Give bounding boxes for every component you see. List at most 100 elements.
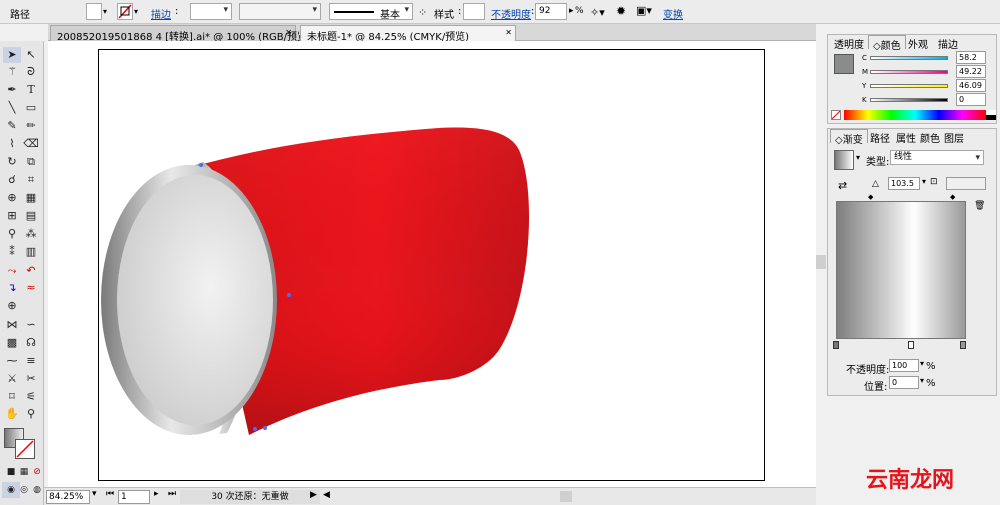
lasso-tool-icon[interactable]: ᘐ xyxy=(22,64,40,80)
target-icon[interactable]: ⊕ xyxy=(3,298,21,314)
tab-appearance[interactable]: 外观 xyxy=(904,35,932,51)
next-artboard-icon[interactable]: ▸ xyxy=(154,489,159,499)
crop-tool-icon[interactable]: ⌑ xyxy=(3,389,21,405)
opacity-link[interactable]: 不透明度 xyxy=(491,6,531,21)
gradient-type-select[interactable]: 线性 xyxy=(890,150,984,165)
gradient-stop[interactable] xyxy=(833,341,839,349)
status-menu-icon[interactable]: ▶ xyxy=(310,490,317,500)
stroke-link[interactable]: 描边 xyxy=(151,6,171,21)
paintbrush-tool-icon[interactable]: ✎ xyxy=(3,118,21,134)
black-slider[interactable] xyxy=(870,98,948,102)
gradient-location-input[interactable]: 0 xyxy=(889,376,919,389)
can-illustration[interactable] xyxy=(99,50,764,480)
direct-selection-tool-icon[interactable]: ↖ xyxy=(22,47,40,63)
rotate-tool-icon[interactable]: ↻ xyxy=(3,154,21,170)
fill-swatch[interactable] xyxy=(86,3,102,20)
horizontal-scrollbar-thumb[interactable] xyxy=(560,491,572,502)
scale-tool-icon[interactable]: ⧉ xyxy=(22,154,40,170)
custom-tool-b-icon[interactable]: ↶ xyxy=(22,263,40,279)
scroll-left-icon[interactable]: ◀ xyxy=(323,490,330,500)
style-swatch[interactable] xyxy=(463,3,485,20)
menu-list-icon[interactable]: ≡ xyxy=(22,353,40,369)
artboard[interactable] xyxy=(98,49,765,481)
scissors-tool-icon[interactable]: ✂ xyxy=(22,371,40,387)
gradient-stop[interactable] xyxy=(960,341,966,349)
zoom-tool-icon[interactable]: ⚲ xyxy=(22,406,40,422)
custom-tool-d-icon[interactable]: ≈ xyxy=(22,280,40,296)
tab-path[interactable]: 路径 xyxy=(866,129,894,145)
tab-transparency[interactable]: 透明度 xyxy=(830,35,868,51)
magenta-slider[interactable] xyxy=(870,70,948,74)
pen-tool-icon[interactable]: ✒ xyxy=(3,82,21,98)
rectangle-tool-icon[interactable]: ▭ xyxy=(22,100,40,116)
stroke-weight-select[interactable] xyxy=(190,3,232,20)
recolor-icon[interactable]: ✧▾ xyxy=(590,6,605,19)
yellow-slider[interactable] xyxy=(870,84,948,88)
measure-tool-icon[interactable]: ⚟ xyxy=(22,389,40,405)
graph-tool-icon[interactable]: ▩ xyxy=(3,335,21,351)
gradient-preview-swatch[interactable] xyxy=(834,150,854,170)
opacity-input[interactable]: 92 xyxy=(535,3,567,20)
tab-color[interactable]: ◇颜色 xyxy=(868,35,906,52)
transform-link[interactable]: 变换 xyxy=(663,6,683,21)
zoom-dropdown-icon[interactable]: ▾ xyxy=(92,489,97,499)
color-spectrum[interactable] xyxy=(844,110,986,120)
black-white-swatch[interactable] xyxy=(986,110,996,120)
gradient-opacity-input[interactable]: 100 xyxy=(889,359,919,372)
live-paint-tool-icon[interactable]: ☊ xyxy=(22,335,40,351)
blend-tool-icon[interactable]: ⁂ xyxy=(22,226,40,242)
artboard-tool-icon[interactable]: ⋈ xyxy=(3,317,21,333)
none-color-icon[interactable] xyxy=(831,110,841,120)
fill-dropdown-icon[interactable]: ▾ xyxy=(103,3,113,20)
variable-width-select[interactable] xyxy=(239,3,321,20)
warp-tool-icon[interactable]: ☌ xyxy=(3,172,21,188)
opacity-dropdown-icon[interactable]: ▸ xyxy=(569,6,574,16)
column-graph-tool-icon[interactable]: ▥ xyxy=(22,244,40,260)
eraser-tool-icon[interactable]: ⌫ xyxy=(22,136,40,152)
none-mode-icon[interactable]: ⊘ xyxy=(28,464,46,480)
align-icon[interactable]: ▣▾ xyxy=(636,4,652,17)
slice-tool-icon[interactable]: ∽ xyxy=(22,317,40,333)
delete-stop-icon[interactable]: 🗑 xyxy=(974,201,985,211)
gradient-stop[interactable] xyxy=(908,341,914,349)
first-artboard-icon[interactable]: ⏮ xyxy=(106,489,114,499)
mesh-tool-icon[interactable]: ⊞ xyxy=(3,208,21,224)
stroke-swatch[interactable] xyxy=(117,3,133,20)
magenta-value[interactable]: 49.22 xyxy=(956,65,986,78)
pencil-tool-icon[interactable]: ✏ xyxy=(22,118,40,134)
type-tool-icon[interactable]: T xyxy=(22,82,40,98)
free-transform-tool-icon[interactable]: ⌗ xyxy=(22,172,40,188)
stroke-color-box[interactable] xyxy=(15,439,35,459)
selection-tool-icon[interactable]: ➤ xyxy=(3,47,21,63)
brush-definition-select[interactable]: 基本 xyxy=(329,3,413,21)
align-stroke-icon[interactable]: ⁘ xyxy=(418,6,427,19)
custom-tool-a-icon[interactable]: ⤳ xyxy=(3,263,21,279)
reverse-gradient-icon[interactable]: ⇄ xyxy=(838,179,847,192)
shape-builder-tool-icon[interactable]: ⊕ xyxy=(3,190,21,206)
midpoint-marker[interactable]: ◆ xyxy=(950,193,955,201)
aspect-ratio-input[interactable] xyxy=(946,177,986,190)
gradient-swatch-dropdown-icon[interactable]: ▾ xyxy=(856,153,860,162)
live-paint-select-icon[interactable]: ⁓ xyxy=(3,353,21,369)
tab-document-2[interactable]: 未标题-1* @ 84.25% (CMYK/预览) ✕ xyxy=(300,25,516,43)
custom-tool-c-icon[interactable]: ↴ xyxy=(3,280,21,296)
eyedropper-tool-icon[interactable]: ⚲ xyxy=(3,226,21,242)
line-tool-icon[interactable]: ╲ xyxy=(3,100,21,116)
black-value[interactable]: 0 xyxy=(956,93,986,106)
cyan-slider[interactable] xyxy=(870,56,948,60)
hand-tool-icon[interactable]: ✋ xyxy=(3,406,21,422)
angle-input[interactable]: 103.5 xyxy=(888,177,920,190)
knife-tool-icon[interactable]: ⚔ xyxy=(3,371,21,387)
yellow-value[interactable]: 46.09 xyxy=(956,79,986,92)
close-icon[interactable]: ✕ xyxy=(285,28,292,37)
stroke-dropdown-icon[interactable]: ▾ xyxy=(134,3,144,20)
angle-dropdown-icon[interactable]: ▾ xyxy=(922,177,926,186)
artboard-number[interactable]: 1 xyxy=(118,490,150,504)
gradient-preview-bar[interactable] xyxy=(836,201,966,339)
close-icon[interactable]: ✕ xyxy=(505,28,512,37)
symbol-sprayer-tool-icon[interactable]: ⁑ xyxy=(3,244,21,260)
magic-wand-tool-icon[interactable]: ⚚ xyxy=(3,64,21,80)
blob-brush-tool-icon[interactable]: ⌇ xyxy=(3,136,21,152)
current-color-swatch[interactable] xyxy=(834,54,854,74)
tab-gradient[interactable]: ◇渐变 xyxy=(830,129,868,146)
